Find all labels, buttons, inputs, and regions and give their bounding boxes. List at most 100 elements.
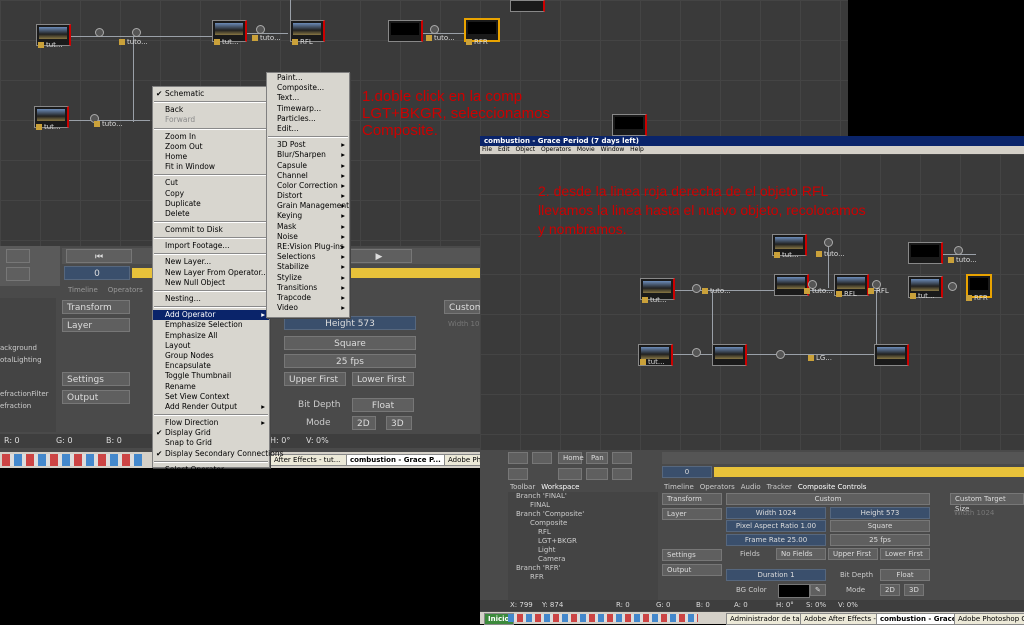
- menu-item-encapsulate[interactable]: Encapsulate: [153, 361, 269, 371]
- operator-item-paint[interactable]: Paint...: [267, 73, 349, 83]
- operator-item-keying[interactable]: Keying ▸: [267, 211, 349, 221]
- menu-item-schematic[interactable]: ✔ Schematic: [153, 89, 269, 99]
- tree-item-final[interactable]: FINAL: [530, 501, 550, 509]
- menu-item-forward[interactable]: Forward: [153, 115, 269, 125]
- context-menu[interactable]: ✔ Schematic Back Forward Zoom In Zoom Out…: [152, 86, 283, 474]
- menu-item-copy[interactable]: Copy: [153, 189, 269, 199]
- menu-item-back[interactable]: Back: [153, 105, 269, 115]
- toolbar-button[interactable]: [558, 468, 582, 480]
- fps-dropdown[interactable]: 25 fps: [284, 354, 416, 368]
- schematic-node[interactable]: [874, 344, 909, 366]
- menu-help[interactable]: Help: [630, 146, 644, 153]
- settings-button[interactable]: Settings: [62, 372, 130, 386]
- layer-button-2[interactable]: Layer: [662, 508, 722, 520]
- tree-branch-rfr[interactable]: Branch 'RFR': [516, 564, 561, 572]
- menu-item-select-operator[interactable]: Select Operator...: [153, 465, 269, 475]
- toolbar-button[interactable]: [612, 468, 632, 480]
- node-connector[interactable]: [430, 25, 439, 34]
- upper-first-button[interactable]: Upper First: [284, 372, 346, 386]
- menu-item-home[interactable]: Home: [153, 152, 269, 162]
- taskbar-photoshop-2[interactable]: Adobe Photoshop CS3: [954, 613, 1024, 625]
- custom-target-size[interactable]: Custom Target Size: [950, 493, 1024, 513]
- menu-item-toggle-thumb[interactable]: Toggle Thumbnail: [153, 371, 269, 381]
- operator-item-particles[interactable]: Particles...: [267, 114, 349, 124]
- menu-object[interactable]: Object: [516, 146, 536, 153]
- menu-edit[interactable]: Edit: [498, 146, 510, 153]
- tree-item[interactable]: efraction: [0, 402, 31, 410]
- node-connector[interactable]: [692, 348, 701, 357]
- operator-item-trapcode[interactable]: Trapcode ▸: [267, 293, 349, 303]
- menu-item-emphasize-sel[interactable]: Emphasize Selection: [153, 320, 269, 330]
- menu-item-zoom-in[interactable]: Zoom In: [153, 132, 269, 142]
- operator-item-timewarp[interactable]: Timewarp...: [267, 104, 349, 114]
- window2-left-tabs[interactable]: Toolbar Workspace: [510, 483, 585, 491]
- quicklaunch-icons[interactable]: [2, 454, 142, 466]
- toolbar-button[interactable]: [6, 267, 30, 281]
- lower-first-button[interactable]: Lower First: [352, 372, 414, 386]
- node-connector[interactable]: [948, 282, 957, 291]
- duration-field[interactable]: Duration 1: [726, 569, 826, 581]
- menu-item-cut[interactable]: Cut: [153, 178, 269, 188]
- tree-item-composite[interactable]: Composite: [530, 519, 567, 527]
- width-field[interactable]: Width 1024: [726, 507, 826, 519]
- menu-window[interactable]: Window: [601, 146, 625, 153]
- pixel-aspect-field[interactable]: Pixel Aspect Ratio 1.00: [726, 520, 826, 532]
- play-button[interactable]: ▶: [346, 249, 412, 263]
- menu-item-new-layer[interactable]: New Layer...: [153, 257, 269, 267]
- toolbar-button[interactable]: [6, 249, 30, 263]
- taskbar-combustion[interactable]: combustion - Grace P...: [346, 454, 448, 466]
- workspace-tree[interactable]: Branch 'FINAL' FINAL Branch 'Composite' …: [508, 492, 658, 600]
- no-fields-button[interactable]: No Fields: [776, 548, 826, 560]
- mode-3d-button[interactable]: 3D: [386, 416, 412, 430]
- bgcolor-swatch[interactable]: [778, 584, 810, 598]
- operator-item-re-vision-plug-ins[interactable]: RE:Vision Plug-ins ▸: [267, 242, 349, 252]
- menu-item-zoom-out[interactable]: Zoom Out: [153, 142, 269, 152]
- settings-button-2[interactable]: Settings: [662, 549, 722, 561]
- tree-item-lgt-bkgr[interactable]: LGT+BKGR: [538, 537, 577, 545]
- frame-field[interactable]: 0: [64, 266, 130, 280]
- menu-movie[interactable]: Movie: [577, 146, 595, 153]
- tree-item[interactable]: otalLighting: [0, 356, 42, 364]
- operator-item-capsule[interactable]: Capsule ▸: [267, 161, 349, 171]
- tree-item-camera[interactable]: Camera: [538, 555, 565, 563]
- operator-item-noise[interactable]: Noise ▸: [267, 232, 349, 242]
- mode-2d-button-2[interactable]: 2D: [880, 584, 900, 596]
- schematic-node[interactable]: [908, 242, 943, 264]
- menu-item-emphasize-all[interactable]: Emphasize All: [153, 331, 269, 341]
- menu-item-nesting[interactable]: Nesting...: [153, 294, 269, 304]
- tree-item[interactable]: ackground: [0, 344, 37, 352]
- operator-item-grain-management[interactable]: Grain Management ▸: [267, 201, 349, 211]
- transform-button-2[interactable]: Transform: [662, 493, 722, 505]
- taskbar-combustion-2[interactable]: combustion - Grace P...: [876, 613, 958, 625]
- layer-button[interactable]: Layer: [62, 318, 130, 332]
- node-connector[interactable]: [95, 28, 104, 37]
- schematic-node[interactable]: [612, 114, 647, 136]
- custom-dropdown[interactable]: Custom: [726, 493, 930, 505]
- menu-item-fit-window[interactable]: Fit in Window: [153, 162, 269, 172]
- mode-2d-button[interactable]: 2D: [352, 416, 376, 430]
- operator-item-selections[interactable]: Selections ▸: [267, 252, 349, 262]
- quicklaunch-icons-2[interactable]: [508, 614, 698, 622]
- operator-item-composite[interactable]: Composite...: [267, 83, 349, 93]
- go-start-button[interactable]: ⏮: [66, 249, 132, 263]
- schematic-node[interactable]: [510, 0, 545, 12]
- float-dropdown[interactable]: Float: [352, 398, 414, 412]
- node-connector[interactable]: [132, 28, 141, 37]
- menu-operators[interactable]: Operators: [541, 146, 571, 153]
- node-connector[interactable]: [824, 238, 833, 247]
- menu-item-add-operator[interactable]: Add Operator ▸: [153, 310, 269, 321]
- home-button[interactable]: Home: [558, 452, 584, 464]
- menu-file[interactable]: File: [482, 146, 492, 153]
- menu-item-secondary-conn[interactable]: ✔ Display Secondary Connections: [153, 449, 283, 459]
- menu-item-layout[interactable]: Layout: [153, 341, 269, 351]
- height-field[interactable]: Height 573: [284, 316, 416, 330]
- menu-item-display-grid[interactable]: ✔ Display Grid: [153, 428, 269, 438]
- toolbar-button[interactable]: [508, 468, 528, 480]
- taskbar-task-manager[interactable]: Administrador de tareas ...: [726, 613, 804, 625]
- operator-submenu[interactable]: Paint... Composite... Text... Timewarp... Pa…: [266, 72, 350, 318]
- schematic-node[interactable]: [712, 344, 747, 366]
- tree-item-rfl[interactable]: RFL: [538, 528, 551, 536]
- operator-item-transitions[interactable]: Transitions ▸: [267, 283, 349, 293]
- operator-item-color-correction[interactable]: Color Correction ▸: [267, 181, 349, 191]
- menu-item-new-layer-op[interactable]: New Layer From Operator...: [153, 268, 269, 278]
